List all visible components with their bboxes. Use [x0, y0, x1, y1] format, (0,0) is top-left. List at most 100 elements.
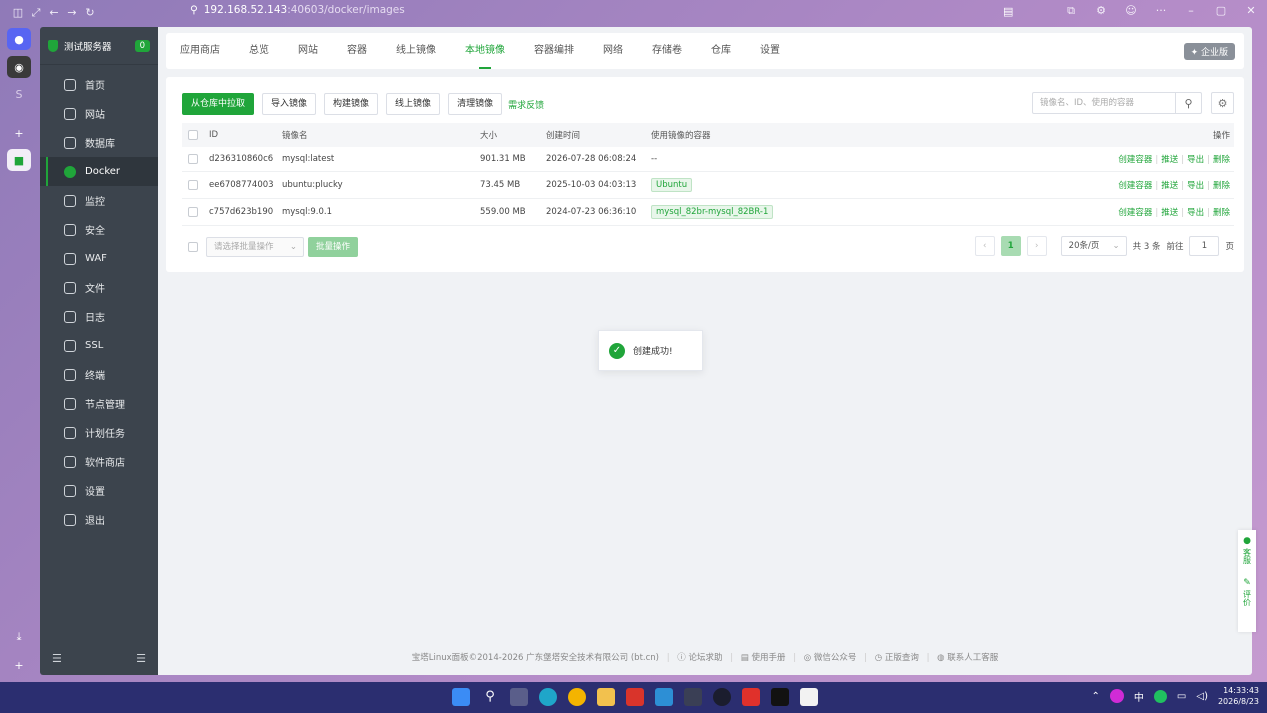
- sidebar-item-11[interactable]: 节点管理: [40, 389, 158, 418]
- create-container-link[interactable]: 创建容器: [1118, 208, 1152, 218]
- row-checkbox[interactable]: [188, 154, 198, 164]
- extensions-icon[interactable]: ⚙: [1093, 4, 1109, 18]
- feedback-link[interactable]: 需求反馈: [508, 98, 544, 111]
- tab-1[interactable]: 总览: [249, 33, 269, 69]
- export-link[interactable]: 导出: [1187, 155, 1204, 165]
- close-icon[interactable]: ✕: [1243, 4, 1259, 18]
- verify-link[interactable]: ◷ 正版查询: [875, 653, 919, 663]
- more-icon[interactable]: ···: [1153, 4, 1169, 18]
- app-terminal-icon[interactable]: [684, 688, 702, 706]
- add-app-icon[interactable]: +: [7, 122, 31, 144]
- col-size[interactable]: 大小: [480, 129, 546, 141]
- pull-from-registry-button[interactable]: 从仓库中拉取: [182, 93, 255, 115]
- tray-app-icon[interactable]: [1109, 689, 1124, 703]
- clean-image-button[interactable]: 清理镜像: [448, 93, 503, 115]
- select-all-checkbox[interactable]: [188, 130, 198, 140]
- address-bar[interactable]: ⚲ 192.168.52.143:40603/docker/images: [190, 4, 405, 16]
- footer-select-checkbox[interactable]: [188, 242, 198, 252]
- column-settings-icon[interactable]: ⚙: [1211, 92, 1234, 114]
- sidebar-item-2[interactable]: 数据库: [40, 128, 158, 157]
- site-info-icon[interactable]: ⚲: [190, 4, 198, 16]
- review-label[interactable]: 评价: [1242, 590, 1253, 606]
- prev-page-icon[interactable]: ‹: [974, 236, 995, 256]
- push-link[interactable]: 推送: [1161, 208, 1178, 218]
- volume-icon[interactable]: ◁): [1196, 691, 1208, 702]
- contact-link[interactable]: ◍ 联系人工客服: [937, 653, 998, 663]
- next-page-icon[interactable]: ›: [1026, 236, 1047, 256]
- tab-3[interactable]: 容器: [347, 33, 367, 69]
- back-icon[interactable]: ←: [45, 6, 63, 19]
- sidebar-item-10[interactable]: 终端: [40, 360, 158, 389]
- tab-6[interactable]: 容器编排: [534, 33, 574, 69]
- headset-icon[interactable]: ●: [1243, 536, 1251, 546]
- page-input[interactable]: 1: [1189, 236, 1220, 256]
- build-image-button[interactable]: 构建镜像: [324, 93, 379, 115]
- app-white-icon[interactable]: [800, 688, 818, 706]
- collections-icon[interactable]: ⧉: [1063, 4, 1079, 18]
- app-blue-icon[interactable]: [655, 688, 673, 706]
- sidebar-item-12[interactable]: 计划任务: [40, 418, 158, 447]
- tab-10[interactable]: 设置: [760, 33, 780, 69]
- col-time[interactable]: 创建时间: [546, 129, 651, 141]
- profile-icon[interactable]: ☺: [1123, 4, 1139, 18]
- ime-label[interactable]: 中: [1134, 689, 1144, 704]
- create-container-link[interactable]: 创建容器: [1118, 181, 1152, 191]
- sidebar-item-4[interactable]: 监控: [40, 186, 158, 215]
- delete-link[interactable]: 删除: [1213, 208, 1230, 218]
- forum-link[interactable]: ⓘ 论坛求助: [677, 653, 722, 663]
- tab-7[interactable]: 网络: [603, 33, 623, 69]
- push-link[interactable]: 推送: [1161, 155, 1178, 165]
- wps-icon[interactable]: [742, 688, 760, 706]
- sidebar-item-7[interactable]: 文件: [40, 273, 158, 302]
- sidebar-item-14[interactable]: 设置: [40, 476, 158, 505]
- display-icon[interactable]: ▭: [1177, 691, 1186, 702]
- tray-wechat-icon[interactable]: [1153, 689, 1167, 703]
- server-brand[interactable]: 测试服务器 0: [40, 27, 158, 65]
- app-red-icon[interactable]: [626, 688, 644, 706]
- edit-icon[interactable]: ✎: [1243, 578, 1251, 588]
- sidebar-item-13[interactable]: 软件商店: [40, 447, 158, 476]
- sidebar-item-5[interactable]: 安全: [40, 215, 158, 244]
- tab-4[interactable]: 线上镜像: [396, 33, 436, 69]
- container-tag[interactable]: mysql_82br-mysql_82BR-1: [651, 205, 774, 219]
- menu-icon[interactable]: ☰: [136, 652, 146, 665]
- reload-icon[interactable]: ↻: [81, 6, 99, 19]
- tab-0[interactable]: 应用商店: [180, 33, 220, 69]
- tab-8[interactable]: 存储卷: [652, 33, 682, 69]
- online-image-button[interactable]: 线上镜像: [386, 93, 441, 115]
- batch-select[interactable]: 请选择批量操作 ⌄: [206, 237, 304, 257]
- explorer-icon[interactable]: [597, 688, 615, 706]
- clock[interactable]: 14:33:43 2026/8/23: [1218, 685, 1259, 707]
- page-size-select[interactable]: 20条/页 ⌄: [1060, 236, 1127, 256]
- row-checkbox[interactable]: [188, 207, 198, 217]
- start-icon[interactable]: [452, 688, 470, 706]
- page-current[interactable]: 1: [1000, 236, 1021, 256]
- row-checkbox[interactable]: [188, 180, 198, 190]
- export-link[interactable]: 导出: [1187, 181, 1204, 191]
- forward-icon[interactable]: →: [63, 6, 81, 19]
- search-taskbar-icon[interactable]: ⚲: [481, 688, 499, 706]
- sidebar-item-1[interactable]: 网站: [40, 99, 158, 128]
- delete-link[interactable]: 删除: [1213, 181, 1230, 191]
- github-icon[interactable]: ◉: [7, 56, 31, 78]
- app-music-icon[interactable]: [771, 688, 789, 706]
- search-icon[interactable]: ⚲: [1175, 93, 1201, 113]
- sidebar-item-9[interactable]: SSL: [40, 331, 158, 360]
- sidebar-toggle-icon[interactable]: ◫: [9, 6, 27, 19]
- app-circle-icon[interactable]: [713, 688, 731, 706]
- collapse-icon[interactable]: ☰: [52, 652, 62, 665]
- manual-link[interactable]: ▤ 使用手册: [741, 653, 786, 663]
- export-link[interactable]: 导出: [1187, 208, 1204, 218]
- tab-2[interactable]: 网站: [298, 33, 318, 69]
- push-link[interactable]: 推送: [1161, 181, 1178, 191]
- bt-panel-tab-icon[interactable]: ■: [7, 149, 31, 171]
- sidebar-item-0[interactable]: 首页: [40, 70, 158, 99]
- restore-icon[interactable]: ▢: [1213, 4, 1229, 18]
- sidebar-item-6[interactable]: WAF: [40, 244, 158, 273]
- import-image-button[interactable]: 导入镜像: [262, 93, 317, 115]
- sidebar-item-8[interactable]: 日志: [40, 302, 158, 331]
- reader-icon[interactable]: ▤: [1003, 5, 1013, 18]
- batch-button[interactable]: 批量操作: [308, 237, 359, 257]
- sidebar-item-3[interactable]: Docker: [40, 157, 158, 186]
- minimize-icon[interactable]: –: [1183, 4, 1199, 18]
